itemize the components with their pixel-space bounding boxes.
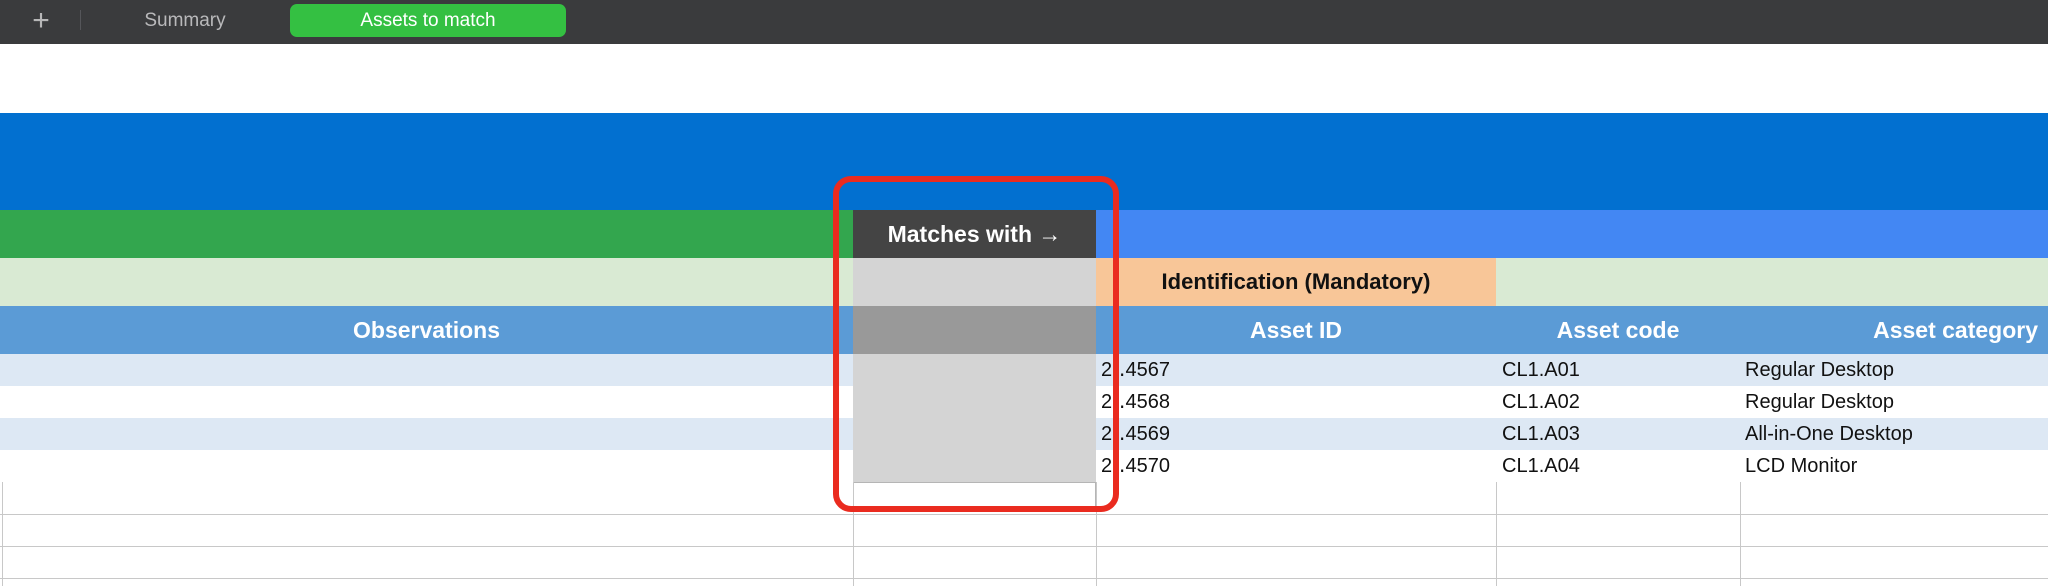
add-sheet-button[interactable]: + xyxy=(24,4,58,38)
column-header-asset-category[interactable]: Asset category xyxy=(1740,306,2048,354)
grid-line xyxy=(2,482,3,586)
tab-assets-to-match[interactable]: Assets to match xyxy=(290,4,566,37)
column-header-asset-id[interactable]: Asset ID xyxy=(1096,306,1496,354)
blue-group-band xyxy=(1096,210,2048,258)
grid-line xyxy=(1096,482,1097,586)
matches-with-column-header[interactable] xyxy=(853,306,1096,354)
grid-line xyxy=(1740,482,1741,586)
matches-with-cells[interactable] xyxy=(853,354,1096,482)
tab-summary[interactable]: Summary xyxy=(110,6,260,36)
tab-divider xyxy=(80,10,81,30)
asset-id-cell[interactable]: 2‥4568 xyxy=(1101,386,1170,418)
asset-id-cell[interactable]: 2‥4570 xyxy=(1101,450,1170,482)
asset-category-cell[interactable]: Regular Desktop xyxy=(1745,386,1894,418)
asset-category-cell[interactable]: Regular Desktop xyxy=(1745,354,1894,386)
grid-line xyxy=(853,482,854,586)
asset-category-cell[interactable]: LCD Monitor xyxy=(1745,450,1857,482)
asset-code-cell[interactable]: CL1.A01 xyxy=(1502,354,1580,386)
asset-code-cell[interactable]: CL1.A04 xyxy=(1502,450,1580,482)
subgroup-band-left xyxy=(0,258,853,306)
asset-category-cell[interactable]: All-in-One Desktop xyxy=(1745,418,1913,450)
title-band xyxy=(0,113,2048,210)
asset-id-cell[interactable]: 2‥4567 xyxy=(1101,354,1170,386)
column-header-asset-code[interactable]: Asset code xyxy=(1496,306,1740,354)
matches-with-header[interactable]: Matches with → xyxy=(853,210,1096,258)
asset-code-cell[interactable]: CL1.A02 xyxy=(1502,386,1580,418)
empty-grid[interactable] xyxy=(0,482,2048,586)
grid-line xyxy=(1496,482,1497,586)
asset-code-cell[interactable]: CL1.A03 xyxy=(1502,418,1580,450)
column-header-observations[interactable]: Observations xyxy=(0,306,853,354)
subgroup-band-right xyxy=(1496,258,2048,306)
green-group-band xyxy=(0,210,853,258)
asset-id-cell[interactable]: 2‥4569 xyxy=(1101,418,1170,450)
matches-with-subheader[interactable] xyxy=(853,258,1096,306)
sheet-tab-bar: + Summary Assets to match xyxy=(0,0,2048,44)
identification-group-header: Identification (Mandatory) xyxy=(1096,258,1496,306)
